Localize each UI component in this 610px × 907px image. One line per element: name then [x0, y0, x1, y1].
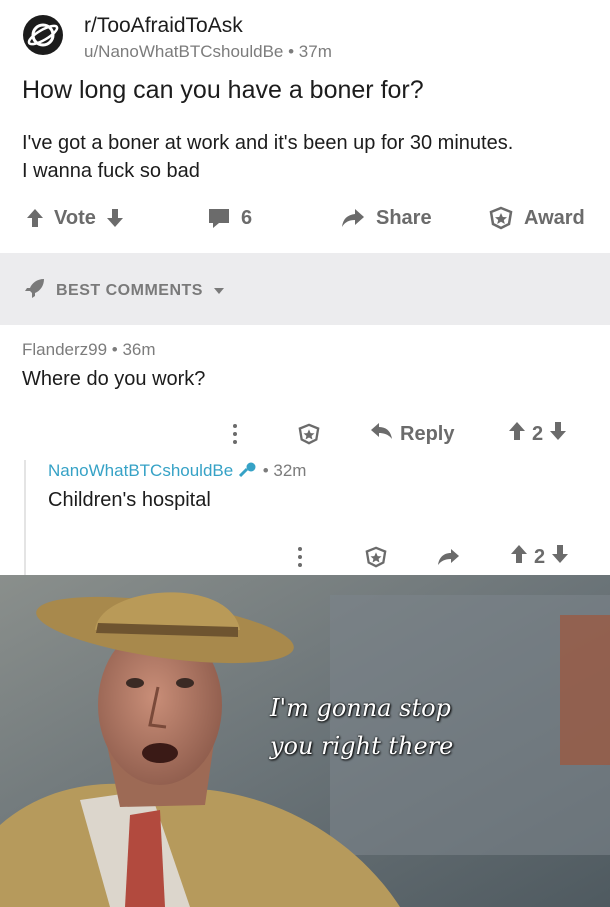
meme-image: I'm gonna stop you right there — [0, 575, 610, 907]
award-icon — [488, 206, 514, 230]
award-icon[interactable] — [364, 540, 388, 574]
post-title: How long can you have a boner for? — [22, 76, 424, 104]
comment-score: 2 — [532, 422, 544, 445]
upvote-icon[interactable] — [508, 421, 526, 447]
award-icon[interactable] — [297, 417, 321, 451]
more-options-icon[interactable] — [232, 417, 238, 451]
award-label: Award — [524, 206, 585, 229]
comment-text: Where do you work? — [22, 368, 206, 390]
comment-text: Children's hospital — [48, 489, 211, 511]
post-body-line: I wanna fuck so bad — [22, 160, 200, 182]
award-button[interactable]: Award — [488, 198, 585, 238]
reply-label: Reply — [400, 422, 455, 445]
reply-icon[interactable] — [436, 540, 460, 574]
comment-score: 2 — [534, 545, 546, 568]
comment-vote-group: 2 — [510, 540, 569, 574]
downvote-icon[interactable] — [551, 544, 569, 570]
post-body: I've got a boner at work and it's been u… — [22, 129, 592, 185]
share-label: Share — [376, 206, 432, 229]
comment-meta[interactable]: Flanderz99 • 36m — [22, 340, 205, 360]
vote-label: Vote — [54, 206, 96, 229]
mic-icon — [238, 461, 263, 480]
subreddit-avatar-icon[interactable] — [22, 14, 64, 56]
rocket-icon — [24, 277, 46, 304]
sort-label: BEST COMMENTS — [56, 281, 203, 299]
comment-time: • 32m — [262, 461, 307, 480]
share-icon — [340, 207, 366, 229]
reply-icon — [370, 422, 394, 446]
chevron-down-icon — [213, 282, 225, 300]
comment-meta: NanoWhatBTCshouldBe • 32m — [48, 461, 306, 481]
share-button[interactable]: Share — [340, 198, 432, 238]
comment-author[interactable]: NanoWhatBTCshouldBe — [48, 461, 233, 480]
upvote-icon[interactable] — [510, 544, 528, 570]
comment-count: 6 — [241, 206, 253, 229]
downvote-icon[interactable] — [549, 421, 567, 447]
comment-actions: 2 — [0, 540, 610, 574]
comment-icon — [207, 207, 231, 229]
reply-button[interactable]: Reply — [370, 417, 454, 451]
upvote-icon[interactable] — [26, 208, 44, 228]
meme-caption: I'm gonna stop you right there — [270, 689, 453, 765]
downvote-icon[interactable] — [106, 208, 124, 228]
comment-vote-group: 2 — [508, 417, 567, 451]
comments-button[interactable]: 6 — [207, 198, 252, 238]
vote-group: Vote — [26, 198, 124, 238]
post-author-meta[interactable]: u/NanoWhatBTCshouldBe • 37m — [84, 42, 332, 62]
sort-dropdown[interactable]: BEST COMMENTS — [24, 277, 225, 304]
meme-caption-line: I'm gonna stop — [270, 694, 451, 722]
reply-comment: NanoWhatBTCshouldBe • 32m Children's hos… — [48, 461, 306, 512]
more-options-icon[interactable] — [297, 540, 303, 574]
sort-bar: BEST COMMENTS — [0, 253, 610, 325]
post-body-line: I've got a boner at work and it's been u… — [22, 132, 514, 154]
comment: Flanderz99 • 36m Where do you work? — [22, 340, 205, 391]
post-header: r/TooAfraidToAsk u/NanoWhatBTCshouldBe •… — [22, 6, 582, 62]
meme-caption-line: you right there — [270, 732, 454, 760]
subreddit-name[interactable]: r/TooAfraidToAsk — [84, 14, 243, 38]
comment-actions: Reply 2 — [0, 417, 610, 451]
post-actions: Vote 6 Share Award — [0, 198, 610, 238]
